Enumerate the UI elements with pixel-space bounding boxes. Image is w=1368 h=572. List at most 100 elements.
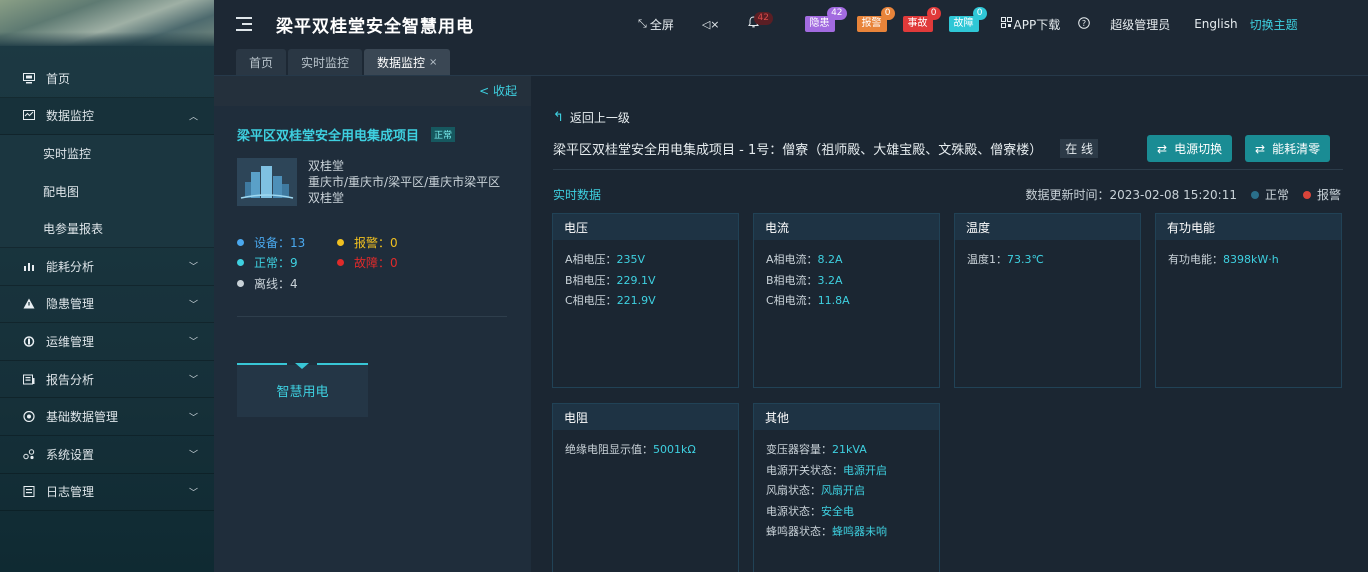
device-stats: 设备：13 报警：0 正常：9 故障：0 离线：4: [237, 232, 437, 294]
sidebar-item-log[interactable]: 日志管理 ﹀: [0, 474, 214, 512]
fullscreen-button[interactable]: ⤡ 全屏: [638, 16, 674, 33]
chevron-down-icon: ﹀: [188, 300, 198, 311]
alarm-pill[interactable]: 报警 0: [856, 7, 895, 32]
card-row: C相电流：11.8A: [766, 294, 850, 307]
switch-icon: ⇄: [1157, 141, 1168, 156]
fault-count-badge: 0: [972, 7, 987, 20]
tab-realtime[interactable]: 实时监控: [288, 49, 363, 75]
energy-reset-button[interactable]: ⇄ 能耗清零: [1245, 135, 1331, 162]
divider: [237, 316, 507, 317]
online-status-badge: 在 线: [1060, 139, 1099, 158]
device-name: 梁平区双桂堂安全用电集成项目 - 1号：僧寮（祖师殿、大雄宝殿、文殊殿、僧寮楼）: [553, 143, 1043, 158]
temperature-card: 温度 温度1：73.3℃: [954, 213, 1141, 388]
chevron-down-icon: ﹀: [188, 488, 198, 499]
settings-icon: [22, 448, 36, 460]
card-title: 其他: [754, 404, 939, 430]
sidebar-subitem-distribution[interactable]: 配电图: [0, 173, 214, 211]
smart-power-button[interactable]: 智慧用电: [237, 363, 368, 417]
sidebar-item-report[interactable]: 报告分析 ﹀: [0, 361, 214, 399]
qrcode-icon: [1000, 17, 1012, 31]
divider: [553, 169, 1343, 170]
sidebar-item-basedata[interactable]: 基础数据管理 ﹀: [0, 398, 214, 436]
card-title: 电流: [754, 214, 939, 240]
project-panel: < 收起 梁平区双桂堂安全用电集成项目 正常 双桂堂 重庆市/重庆市/梁平区/重…: [214, 76, 531, 572]
sidebar: 首页 数据监控 ︿ 实时监控 配电图 电参量报表 能耗分析 ﹀ 隐患管理 ﹀ 运…: [0, 0, 214, 572]
card-title: 有功电能: [1156, 214, 1341, 240]
card-row: A相电流：8.2A: [766, 253, 843, 266]
chevron-down-icon: ﹀: [188, 375, 198, 386]
energy-reset-label: 能耗清零: [1272, 142, 1321, 156]
card-row: A相电压：235V: [565, 253, 646, 266]
svg-text:?: ?: [1082, 19, 1086, 28]
voltage-card: 电压 A相电压：235V B相电压：229.1V C相电压：221.9V: [552, 213, 739, 388]
card-row: B相电压：229.1V: [565, 273, 656, 287]
sidebar-item-maintenance[interactable]: 运维管理 ﹀: [0, 323, 214, 361]
smart-power-label: 智慧用电: [276, 385, 329, 400]
close-icon[interactable]: ×: [429, 57, 437, 68]
hazard-pill[interactable]: 隐患 42: [804, 7, 847, 32]
sidebar-item-hazard[interactable]: 隐患管理 ﹀: [0, 286, 214, 324]
project-info: 双桂堂 重庆市/重庆市/梁平区/重庆市梁平区双桂堂: [237, 158, 508, 206]
sidebar-submenu: 实时监控 配电图 电参量报表: [0, 135, 214, 248]
warning-icon: [22, 298, 36, 310]
theme-switch[interactable]: 切换主题: [1250, 16, 1298, 33]
data-monitor-icon: [22, 110, 36, 122]
sidebar-item-label: 基础数据管理: [46, 410, 119, 425]
tab-data-monitor[interactable]: 数据监控 ×: [364, 49, 451, 75]
legend-alarm: 报警: [1316, 188, 1341, 202]
sidebar-item-energy[interactable]: 能耗分析 ﹀: [0, 248, 214, 286]
sidebar-item-label: 配电图: [43, 185, 80, 200]
speaker-mute-icon: ◁×: [701, 17, 720, 31]
user-menu[interactable]: 超级管理员: [1110, 16, 1170, 33]
other-card: 其他 变压器容量：21kVA 电源开关状态：电源开启 风扇状态：风扇开启 电源状…: [753, 403, 940, 572]
notification-count-badge: 42: [753, 12, 773, 25]
accident-pill[interactable]: 事故 0: [902, 7, 941, 32]
maintenance-icon: [22, 335, 36, 347]
tab-label: 数据监控: [377, 55, 426, 70]
sidebar-item-label: 运维管理: [46, 334, 95, 349]
building-thumbnail: [237, 158, 297, 206]
language-switch[interactable]: English: [1194, 17, 1237, 31]
hazard-count-badge: 42: [827, 7, 847, 20]
sidebar-item-label: 首页: [46, 71, 71, 86]
card-row: B相电流：3.2A: [766, 273, 843, 287]
accident-pill-label: 事故: [907, 18, 928, 29]
project-title: 梁平区双桂堂安全用电集成项目 正常: [237, 125, 456, 144]
notification-button[interactable]: 42: [747, 12, 773, 32]
sidebar-item-label: 数据监控: [46, 109, 95, 124]
main-content: ↰ 返回上一级 梁平区双桂堂安全用电集成项目 - 1号：僧寮（祖师殿、大雄宝殿、…: [531, 76, 1368, 572]
stat-fault: 故障：0: [337, 254, 437, 271]
report-icon: [22, 373, 36, 385]
back-button[interactable]: ↰ 返回上一级: [553, 109, 630, 126]
fullscreen-icon: ⤡: [638, 17, 647, 30]
sidebar-item-data-monitor[interactable]: 数据监控 ︿: [0, 97, 214, 136]
help-button[interactable]: ?: [1078, 16, 1091, 32]
sidebar-item-label: 能耗分析: [46, 259, 95, 274]
card-row: 电源开关状态：电源开启: [766, 463, 887, 477]
back-arrow-icon: ↰: [553, 110, 564, 125]
tab-home[interactable]: 首页: [236, 49, 287, 75]
menu-toggle-icon[interactable]: [236, 17, 254, 31]
app-download-button[interactable]: APP下载: [1000, 16, 1061, 33]
power-switch-button[interactable]: ⇄ 电源切换: [1147, 135, 1233, 162]
card-row: 有功电能：8398kW·h: [1168, 253, 1279, 266]
tab-label: 首页: [249, 55, 274, 70]
project-address: 重庆市/重庆市/梁平区/重庆市梁平区双桂堂: [308, 175, 501, 205]
mute-button[interactable]: ◁×: [702, 18, 720, 31]
sidebar-subitem-realtime[interactable]: 实时监控: [0, 135, 214, 173]
collapse-button[interactable]: < 收起: [214, 76, 531, 106]
sidebar-item-home[interactable]: 首页: [0, 60, 214, 98]
app-download-label: APP下载: [1013, 17, 1061, 32]
realtime-data-label: 实时数据: [553, 188, 602, 202]
fault-pill[interactable]: 故障 0: [948, 7, 987, 32]
project-name: 梁平区双桂堂安全用电集成项目: [237, 129, 420, 144]
sidebar-item-label: 系统设置: [46, 447, 95, 462]
tab-bar: 首页 实时监控 数据监控 ×: [214, 48, 1368, 76]
sidebar-item-settings[interactable]: 系统设置 ﹀: [0, 436, 214, 474]
sidebar-subitem-param-report[interactable]: 电参量报表: [0, 210, 214, 248]
stat-offline: 离线：4: [237, 275, 355, 292]
topbar-actions: ⤡ 全屏 ◁× 42 隐患 42 报警 0 事故 0 故障 0 APP下载 ? …: [638, 0, 1298, 48]
card-row: 变压器容量：21kVA: [766, 443, 867, 456]
card-title: 电阻: [553, 404, 738, 430]
legend-alarm-dot: [1302, 190, 1311, 199]
